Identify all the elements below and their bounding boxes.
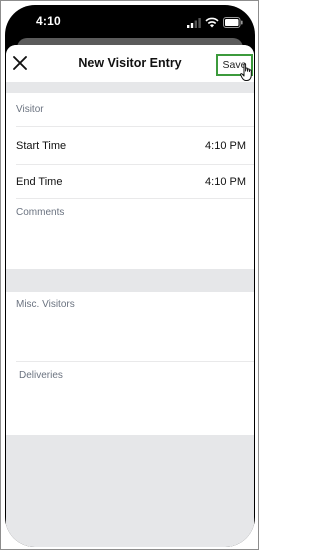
additional-section: Misc. Visitors Deliveries: [6, 292, 254, 435]
hand-cursor-icon: [240, 63, 252, 81]
battery-icon: [223, 17, 243, 28]
deliveries-field[interactable]: Deliveries: [19, 370, 63, 381]
status-bar: 4:10: [5, 5, 255, 39]
visitor-field[interactable]: Visitor: [16, 104, 44, 115]
visitor-entry-sheet: New Visitor Entry Save Visitor Start Tim…: [6, 45, 254, 547]
misc-visitors-field[interactable]: Misc. Visitors: [16, 299, 75, 310]
signal-icon: [187, 18, 201, 28]
wifi-icon: [205, 17, 219, 28]
comments-field[interactable]: Comments: [16, 207, 64, 218]
start-time-value[interactable]: 4:10 PM: [205, 140, 246, 152]
divider: [16, 198, 254, 199]
start-time-label: Start Time: [16, 140, 67, 152]
end-time-label: End Time: [16, 176, 63, 188]
divider: [16, 164, 254, 165]
divider: [16, 126, 254, 127]
phone-screen: 4:10 New Visitor Entry Save Visitor Star…: [5, 5, 255, 547]
status-time: 4:10: [36, 14, 61, 28]
section-spacer: [6, 82, 254, 93]
screenshot-frame: 4:10 New Visitor Entry Save Visitor Star…: [0, 0, 259, 550]
visit-details-section: Visitor Start Time 4:10 PM End Time 4:10…: [6, 93, 254, 269]
divider: [16, 361, 254, 362]
end-time-value[interactable]: 4:10 PM: [205, 176, 246, 188]
navigation-bar: New Visitor Entry Save: [6, 45, 254, 82]
